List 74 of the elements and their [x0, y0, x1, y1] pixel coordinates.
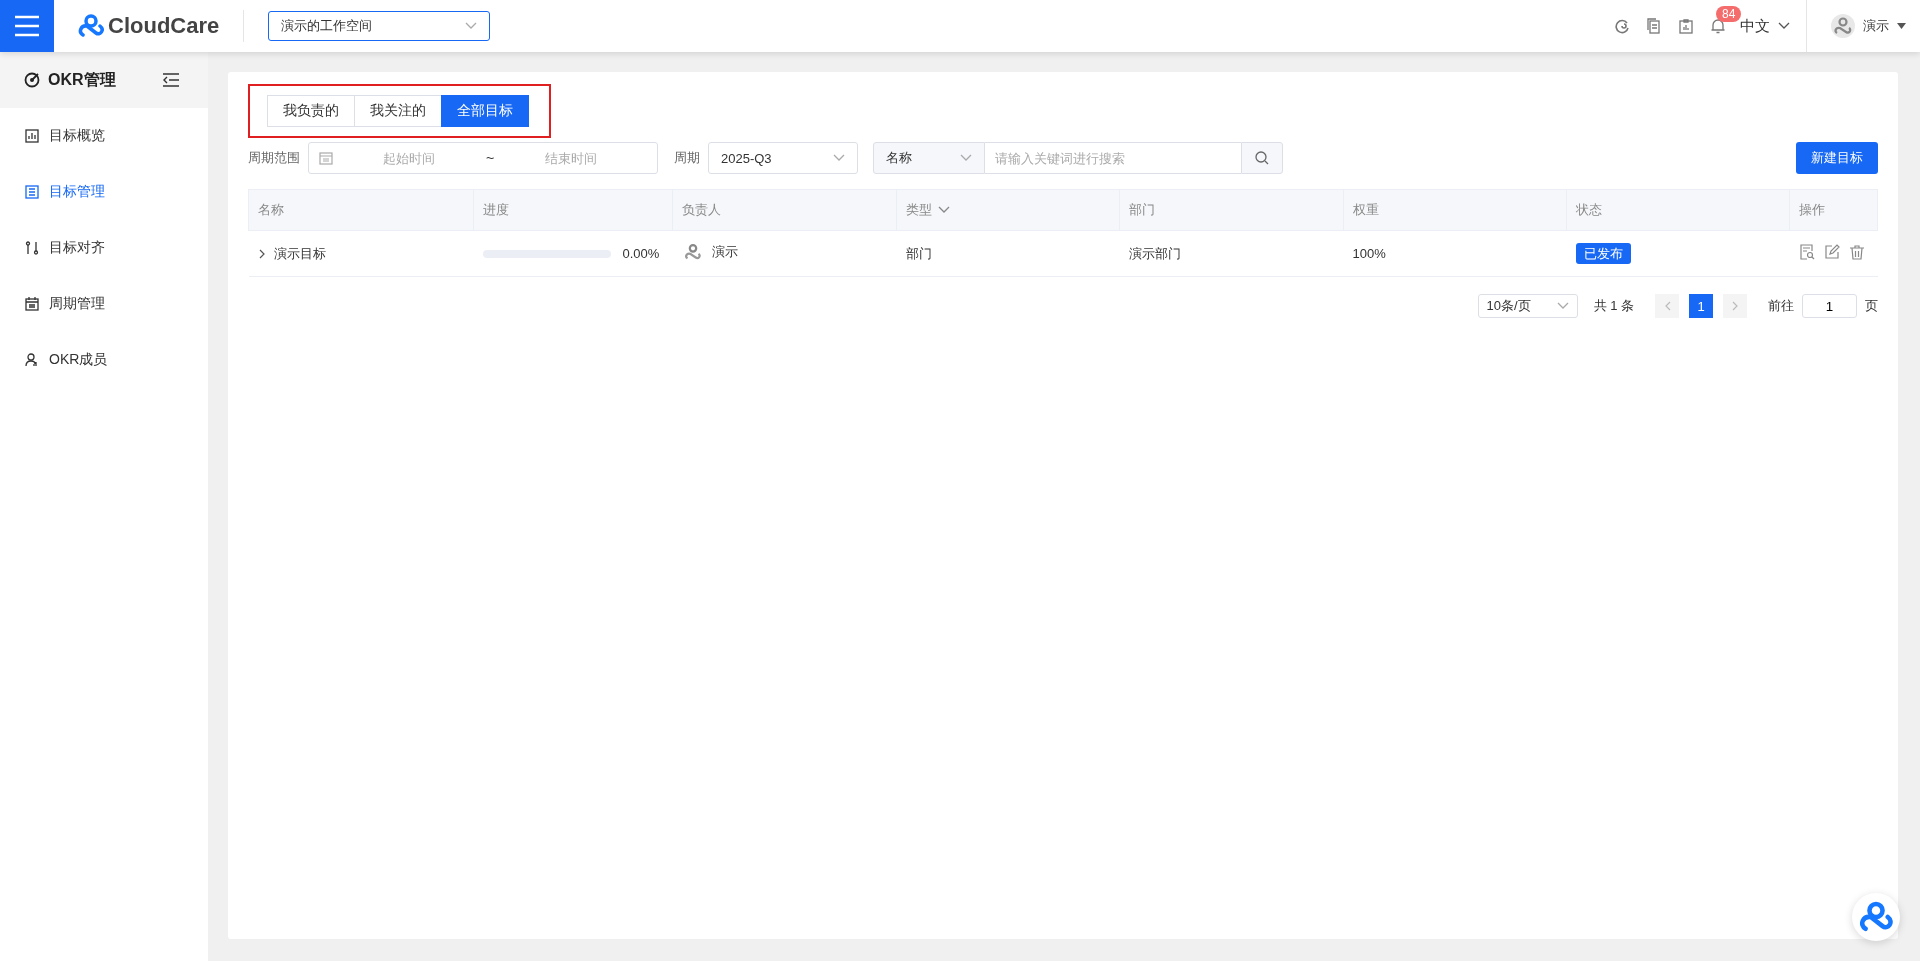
- list-icon: [25, 185, 39, 199]
- date-range-field[interactable]: 起始时间 ~ 结束时间: [308, 142, 658, 174]
- sidebar-title: OKR管理: [48, 69, 117, 90]
- branch-icon: [25, 241, 39, 255]
- menu-icon: [14, 15, 40, 37]
- column-header: 负责人: [672, 189, 897, 231]
- page-button[interactable]: 1: [1689, 294, 1713, 318]
- column-header: 部门: [1119, 189, 1344, 231]
- column-header: 状态: [1566, 189, 1790, 231]
- progress-text: 0.00%: [622, 246, 660, 262]
- total-count: 共 1 条: [1593, 297, 1634, 315]
- chart-icon: [25, 129, 39, 143]
- delete-icon[interactable]: [1848, 244, 1865, 260]
- chevron-down-icon[interactable]: [938, 206, 950, 214]
- tab[interactable]: 我负责的: [267, 95, 355, 127]
- workspace-select[interactable]: 演示的工作空间: [268, 11, 491, 41]
- tab[interactable]: 我关注的: [354, 95, 442, 127]
- tab[interactable]: 全部目标: [441, 95, 529, 127]
- filter-label: 周期: [674, 149, 700, 167]
- logo-icon: [78, 13, 104, 39]
- sidebar-item[interactable]: 目标概览: [0, 108, 208, 164]
- chevron-down-icon: [833, 154, 845, 162]
- chevron-down-icon: [465, 22, 478, 30]
- chevron-down-icon: [1778, 22, 1790, 30]
- table-cell: 演示部门: [1128, 245, 1181, 261]
- notification-badge: 84: [1716, 6, 1742, 22]
- calendar-icon: [319, 151, 333, 165]
- sidebar-item[interactable]: 目标对齐: [0, 220, 208, 276]
- table-cell: 100%: [1352, 246, 1386, 261]
- expand-icon[interactable]: [257, 248, 266, 259]
- column-header: 进度: [473, 189, 673, 231]
- new-objective-button[interactable]: 新建目标: [1796, 142, 1878, 174]
- view-icon[interactable]: [1798, 244, 1815, 260]
- menu-button[interactable]: [0, 0, 54, 52]
- language-select[interactable]: 中文: [1740, 16, 1790, 36]
- target-icon: [24, 72, 40, 88]
- avatar-icon: [1831, 14, 1855, 38]
- refresh-icon[interactable]: [1614, 18, 1630, 34]
- chevron-right-icon: [1731, 301, 1739, 311]
- search-input[interactable]: 请输入关键词进行搜索: [985, 142, 1241, 174]
- chevron-left-icon: [1663, 301, 1671, 311]
- status-tag: 已发布: [1575, 242, 1631, 264]
- search-icon: [1255, 151, 1269, 165]
- table-cell: 演示: [711, 243, 738, 261]
- column-header: 操作: [1789, 189, 1878, 231]
- column-header: 类型: [896, 189, 1120, 231]
- search-field-select[interactable]: 名称: [873, 142, 985, 174]
- filter-label: 周期范围: [248, 149, 300, 167]
- chevron-down-icon: [1556, 302, 1569, 310]
- clipboard-icon[interactable]: [1678, 18, 1694, 34]
- caret-icon: [1897, 23, 1906, 29]
- search-button[interactable]: [1241, 142, 1283, 174]
- user-icon: [25, 353, 39, 367]
- chevron-down-icon: [960, 154, 972, 162]
- column-header: 权重: [1343, 189, 1567, 231]
- column-header: 名称: [248, 189, 474, 231]
- goto-label: 前往: [1768, 297, 1794, 315]
- edit-icon[interactable]: [1823, 244, 1840, 260]
- bell-icon[interactable]: [1710, 18, 1726, 34]
- brand-name: CloudCare: [108, 13, 220, 39]
- logo-icon: [1859, 900, 1893, 934]
- sidebar-item[interactable]: 周期管理: [0, 276, 208, 332]
- calendar-icon: [25, 297, 39, 311]
- table-cell: 演示目标: [273, 244, 326, 263]
- document-icon[interactable]: [1646, 18, 1662, 34]
- sidebar-item[interactable]: 目标管理: [0, 164, 208, 220]
- period-select[interactable]: 2025-Q3: [708, 142, 858, 174]
- sidebar-item[interactable]: OKR成员: [0, 332, 208, 388]
- table-cell: 部门: [905, 245, 932, 261]
- page-suffix: 页: [1865, 297, 1878, 315]
- user-menu[interactable]: 演示: [1831, 14, 1906, 38]
- page-input[interactable]: 1: [1802, 294, 1857, 318]
- page-size-select[interactable]: 10条/页: [1477, 294, 1578, 318]
- collapse-icon[interactable]: [162, 72, 180, 88]
